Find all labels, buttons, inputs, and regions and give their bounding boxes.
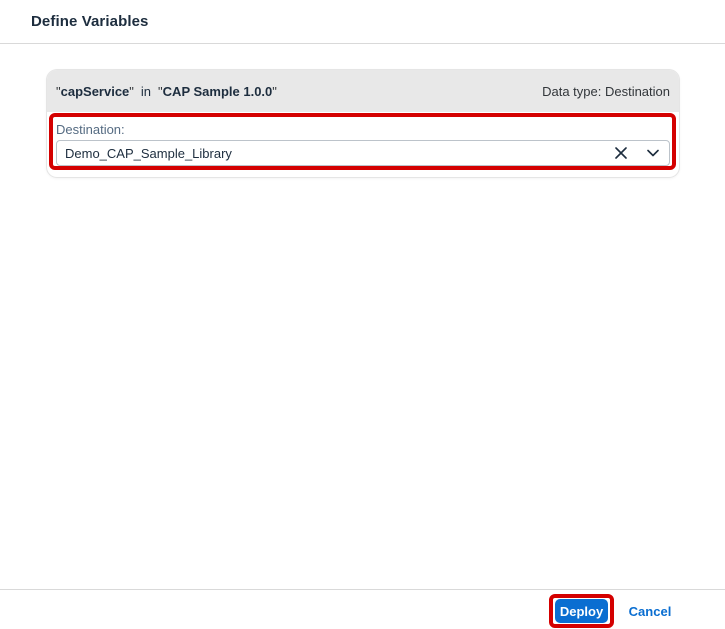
data-type-label: Data type: Destination bbox=[542, 83, 670, 99]
cancel-button[interactable]: Cancel bbox=[620, 599, 680, 623]
destination-label: Destination: bbox=[56, 122, 125, 137]
package-name: CAP Sample 1.0.0 bbox=[162, 83, 273, 99]
dialog-header: Define Variables bbox=[0, 0, 725, 44]
in-label: in bbox=[140, 83, 152, 99]
dialog-title: Define Variables bbox=[31, 13, 149, 30]
clear-button[interactable] bbox=[605, 141, 637, 165]
chevron-down-icon bbox=[647, 149, 659, 157]
dialog-footer bbox=[0, 589, 725, 629]
quote-mark: " bbox=[129, 83, 134, 99]
destination-value[interactable]: Demo_CAP_Sample_Library bbox=[57, 146, 605, 161]
deploy-button[interactable]: Deploy bbox=[555, 599, 608, 623]
variable-card-header: " capService " in " CAP Sample 1.0.0 " D… bbox=[47, 70, 679, 112]
variable-name: capService bbox=[60, 83, 130, 99]
variable-heading: " capService " in " CAP Sample 1.0.0 " bbox=[56, 84, 277, 99]
define-variables-dialog: Define Variables " capService " in " CAP… bbox=[0, 0, 725, 629]
quote-mark: " bbox=[272, 83, 277, 99]
close-icon bbox=[615, 147, 627, 159]
dropdown-button[interactable] bbox=[637, 141, 669, 165]
destination-combobox[interactable]: Demo_CAP_Sample_Library bbox=[56, 140, 670, 166]
